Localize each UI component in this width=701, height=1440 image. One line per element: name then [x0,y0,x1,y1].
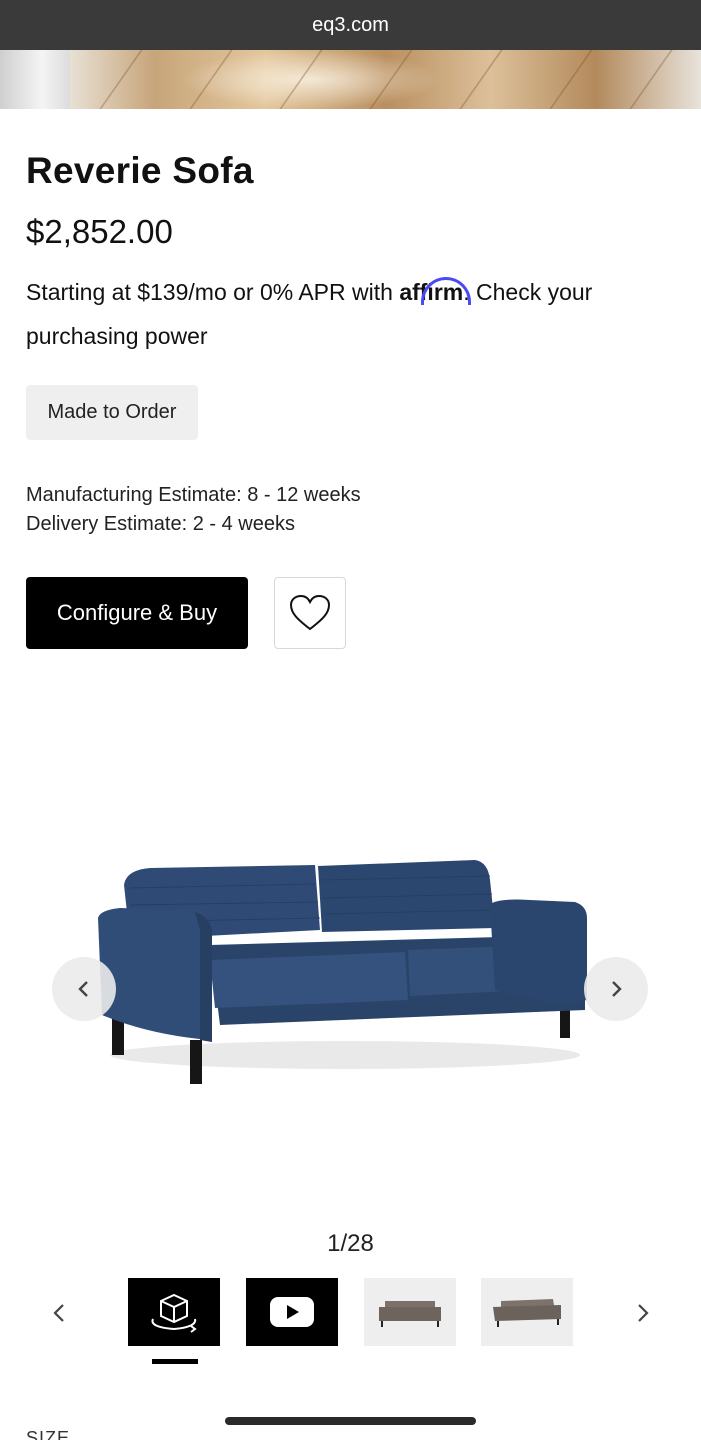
floor-light [180,50,440,109]
thumbnails-prev-button[interactable] [44,1296,74,1330]
carousel-next-button[interactable] [584,957,648,1021]
heart-icon [289,594,331,631]
chevron-left-icon [53,1304,64,1322]
chevron-left-icon [78,981,88,997]
play-video-icon [270,1297,314,1327]
floor-plank [549,50,593,109]
3d-cube-icon [151,1293,197,1333]
estimates: Manufacturing Estimate: 8 - 12 weeks Del… [26,481,361,539]
carousel-prev-button[interactable] [52,957,116,1021]
financing-text: Starting at $139/mo or 0% APR with affir… [26,270,666,358]
product-price: $2,852.00 [26,213,173,250]
sofa-icon [379,1301,441,1327]
thumbnail-video[interactable] [246,1278,338,1346]
hero-image-strip [0,50,701,109]
chevron-right-icon [612,981,622,997]
badge-label: Made to Order [47,401,177,423]
browser-url-bar[interactable]: eq3.com [0,0,701,50]
thumbnails-next-button[interactable] [628,1296,658,1330]
chevron-right-icon [638,1304,649,1322]
financing-prefix: Starting at $139/mo or 0% APR with [26,279,400,305]
sofa-icon [493,1299,561,1327]
delivery-estimate: Delivery Estimate: 2 - 4 weeks [26,513,295,535]
selected-thumbnail-indicator [152,1359,198,1364]
product-title: Reverie Sofa [26,150,254,191]
floor-plank [459,50,503,109]
affirm-logo[interactable]: affirm [399,277,472,305]
thumbnail-sofa-angle[interactable] [481,1278,573,1346]
floor-plank [629,50,673,109]
thumbnail-3d-view[interactable] [128,1278,220,1346]
size-section-label: SIZE [26,1428,71,1440]
gallery-counter: 1/28 [327,1230,374,1257]
wishlist-button[interactable] [274,577,346,649]
home-indicator [225,1417,476,1425]
floor-plank [99,50,143,109]
thumbnail-sofa-front[interactable] [364,1278,456,1346]
product-image-sofa[interactable] [90,850,600,1090]
configure-buy-button[interactable]: Configure & Buy [26,577,248,649]
manufacturing-estimate: Manufacturing Estimate: 8 - 12 weeks [26,484,361,506]
column-base [0,50,70,109]
url-text: eq3.com [312,13,389,36]
made-to-order-badge: Made to Order [26,385,198,440]
